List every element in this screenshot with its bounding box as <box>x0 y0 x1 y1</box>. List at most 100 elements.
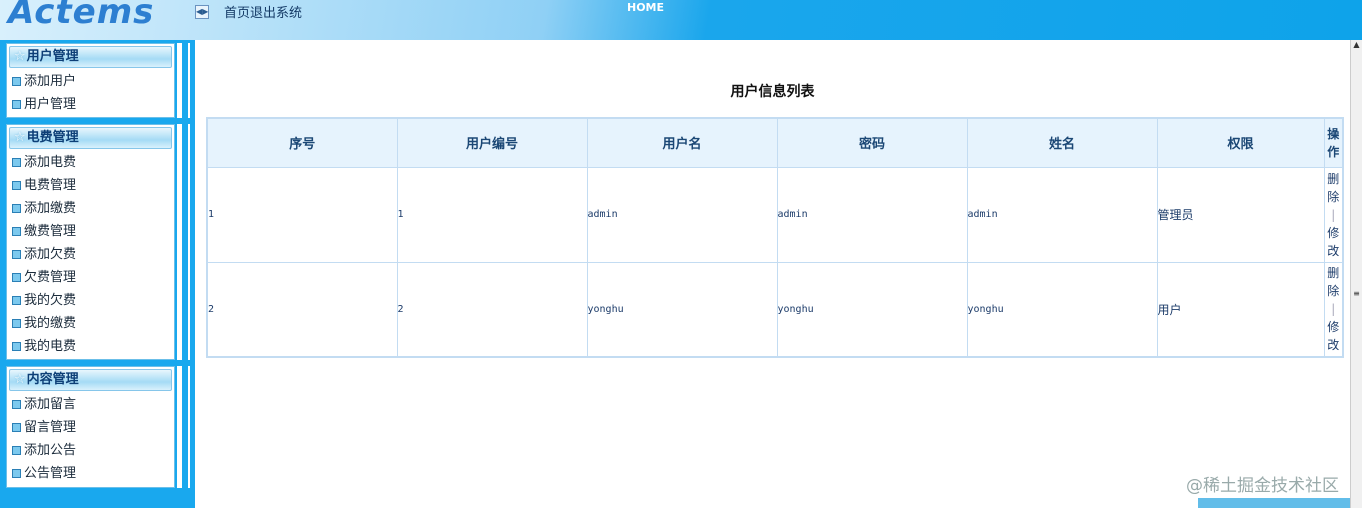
table-row: 2 2 yonghu yonghu yonghu 用户 删除 | 修改 <box>206 261 1344 358</box>
delete-link[interactable]: 删除 <box>1327 172 1339 204</box>
bullet-icon <box>12 400 21 409</box>
sidebar-item-label: 电费管理 <box>24 178 77 193</box>
sidebar-item-label: 我的电费 <box>24 339 77 354</box>
panel-title[interactable]: ☆用户管理 <box>9 46 172 68</box>
sidebar-item[interactable]: 电费管理 <box>7 174 174 197</box>
panel-title-label: 用户管理 <box>26 49 79 64</box>
bullet-icon <box>12 423 21 432</box>
edit-link[interactable]: 修改 <box>1327 226 1339 258</box>
main-content: 用户信息列表 序号 用户编号 用户名 密码 姓名 权限 操作 1 1 admin admin adm… <box>195 40 1350 508</box>
sidebar-item[interactable]: 添加电费 <box>7 151 174 174</box>
vertical-scrollbar[interactable]: ▲ ≡ <box>1350 40 1362 508</box>
sidebar-item[interactable]: 添加欠费 <box>7 243 174 266</box>
star-icon: ☆ <box>14 130 26 145</box>
panel-divider <box>177 366 190 488</box>
cell-no: 1 <box>206 166 398 263</box>
home-link[interactable]: HOME <box>627 1 664 14</box>
sidebar-item[interactable]: 我的欠费 <box>7 289 174 312</box>
delete-link[interactable]: 删除 <box>1327 266 1339 298</box>
cell-username: admin <box>586 166 778 263</box>
home-logout-link[interactable]: 首页退出系统 <box>224 2 302 21</box>
sidebar-item[interactable]: 公告管理 <box>7 462 174 485</box>
actions-cell: 删除 | 修改 <box>1323 166 1344 263</box>
star-icon: ☆ <box>14 49 26 64</box>
cell-no: 2 <box>206 261 398 358</box>
sidebar-item-label: 添加公告 <box>24 443 77 458</box>
sidebar-item-label: 我的缴费 <box>24 316 77 331</box>
separator: | <box>1331 302 1336 317</box>
sidebar-item-label: 留言管理 <box>24 420 77 435</box>
column-header: 权限 <box>1156 117 1325 168</box>
sidebar-item-label: 添加欠费 <box>24 247 77 262</box>
user-table: 序号 用户编号 用户名 密码 姓名 权限 操作 1 1 admin admin admin 管理员 删除… <box>206 117 1344 358</box>
sidebar-item-label: 缴费管理 <box>24 224 77 239</box>
separator: | <box>1331 207 1336 222</box>
bullet-icon <box>12 77 21 86</box>
sidebar-item[interactable]: 添加用户 <box>7 70 174 93</box>
bullet-icon <box>12 250 21 259</box>
sidebar-item-label: 用户管理 <box>24 97 77 112</box>
header: Actems ◀▶ 首页退出系统 HOME <box>0 0 1362 40</box>
column-header: 操作 <box>1323 117 1344 168</box>
sidebar-item[interactable]: 欠费管理 <box>7 266 174 289</box>
bullet-icon <box>12 469 21 478</box>
sidebar-item-label: 添加电费 <box>24 155 77 170</box>
panel-title-label: 电费管理 <box>26 130 79 145</box>
status-bar <box>1198 498 1350 508</box>
bullet-icon <box>12 227 21 236</box>
column-header: 用户编号 <box>396 117 588 168</box>
cell-username: yonghu <box>586 261 778 358</box>
watermark: @稀土掘金技术社区 <box>1186 476 1339 496</box>
sidebar-toggle-button[interactable]: ◀▶ <box>195 5 209 19</box>
panel-title[interactable]: ☆电费管理 <box>9 127 172 149</box>
sidebar-item-label: 添加用户 <box>24 74 77 89</box>
table-row: 1 1 admin admin admin 管理员 删除 | 修改 <box>206 166 1344 263</box>
bullet-icon <box>12 204 21 213</box>
edit-link[interactable]: 修改 <box>1327 320 1339 352</box>
cell-id: 1 <box>396 166 588 263</box>
sidebar-item-label: 我的欠费 <box>24 293 77 308</box>
bullet-icon <box>12 319 21 328</box>
bullet-icon <box>12 296 21 305</box>
sidebar-item[interactable]: 添加缴费 <box>7 197 174 220</box>
cell-role: 管理员 <box>1156 166 1325 263</box>
sidebar-panel: ☆用户管理 添加用户 用户管理 <box>6 43 175 118</box>
bullet-icon <box>12 181 21 190</box>
bullet-icon <box>12 158 21 167</box>
panel-title[interactable]: ☆内容管理 <box>9 369 172 391</box>
panel-divider <box>177 43 190 118</box>
column-header: 用户名 <box>586 117 778 168</box>
bullet-icon <box>12 100 21 109</box>
sidebar-item-label: 欠费管理 <box>24 270 77 285</box>
cell-name: admin <box>966 166 1158 263</box>
sidebar-item[interactable]: 缴费管理 <box>7 220 174 243</box>
sidebar: ☆用户管理 添加用户 用户管理 ☆电费管理 添加电费 电费管理 添加缴费 缴费管理 添加欠费 欠费… <box>0 40 195 508</box>
sidebar-item[interactable]: 我的电费 <box>7 335 174 358</box>
sidebar-item-label: 添加缴费 <box>24 201 77 216</box>
panel-title-label: 内容管理 <box>26 372 79 387</box>
logo: Actems <box>8 0 155 32</box>
page-title: 用户信息列表 <box>730 84 815 100</box>
sidebar-item-label: 添加留言 <box>24 397 77 412</box>
column-header: 密码 <box>776 117 968 168</box>
cell-role: 用户 <box>1156 261 1325 358</box>
bullet-icon <box>12 273 21 282</box>
sidebar-item[interactable]: 用户管理 <box>7 93 174 116</box>
sidebar-panel: ☆电费管理 添加电费 电费管理 添加缴费 缴费管理 添加欠费 欠费管理 我的欠费 我的缴费 我的电… <box>6 124 175 360</box>
column-header: 姓名 <box>966 117 1158 168</box>
bullet-icon <box>12 342 21 351</box>
sidebar-item[interactable]: 添加公告 <box>7 439 174 462</box>
cell-name: yonghu <box>966 261 1158 358</box>
sidebar-panel: ☆内容管理添加留言留言管理添加公告公告管理 <box>6 366 175 488</box>
sidebar-item[interactable]: 添加留言 <box>7 393 174 416</box>
star-icon: ☆ <box>14 372 26 387</box>
actions-cell: 删除 | 修改 <box>1323 261 1344 358</box>
cell-password: yonghu <box>776 261 968 358</box>
sidebar-item-label: 公告管理 <box>24 466 77 481</box>
panel-divider <box>177 124 190 360</box>
sidebar-item[interactable]: 留言管理 <box>7 416 174 439</box>
bullet-icon <box>12 446 21 455</box>
sidebar-item[interactable]: 我的缴费 <box>7 312 174 335</box>
cell-id: 2 <box>396 261 588 358</box>
cell-password: admin <box>776 166 968 263</box>
